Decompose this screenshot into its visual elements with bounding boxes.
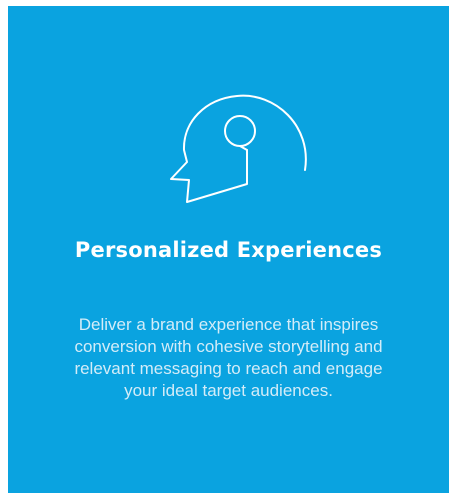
card-description: Deliver a brand experience that inspires… bbox=[74, 315, 383, 400]
feature-card: Personalized Experiences Deliver a brand… bbox=[8, 6, 449, 493]
head-with-lightbulb-icon bbox=[167, 74, 317, 204]
card-title: Personalized Experiences bbox=[74, 238, 383, 262]
